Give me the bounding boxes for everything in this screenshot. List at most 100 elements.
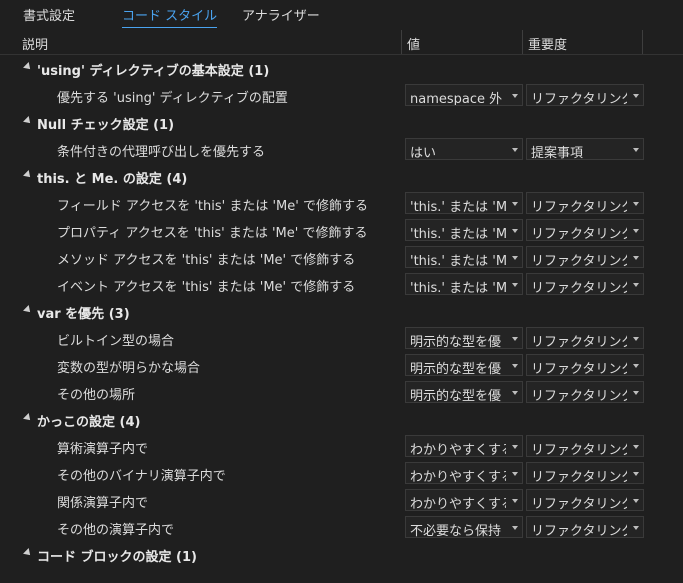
expand-triangle-icon[interactable] [23,548,33,558]
severity-dropdown[interactable]: リファクタリングの [526,462,644,484]
setting-row[interactable]: 条件付きの代理呼び出しを優先する はい 提案事項 [0,136,683,163]
chevron-down-icon [512,472,518,476]
value-dropdown-text: 明示的な型を優 [410,335,502,349]
value-dropdown[interactable]: わかりやすくするた [405,489,523,511]
setting-label: 条件付きの代理呼び出しを優先する [57,145,266,160]
group-label: this. と Me. の設定 (4) [37,172,188,187]
setting-row[interactable]: 関係演算子内で わかりやすくするた リファクタリングの [0,487,683,514]
expand-triangle-icon[interactable] [23,170,33,180]
value-dropdown[interactable]: 明示的な型を優 [405,327,523,349]
chevron-down-icon [633,148,639,152]
value-dropdown-text: 'this.' または 'Me [410,227,516,241]
severity-dropdown[interactable]: リファクタリングの [526,273,644,295]
severity-dropdown[interactable]: リファクタリングの [526,381,644,403]
column-header-value[interactable]: 値 [407,34,420,53]
setting-label: 算術演算子内で [57,442,149,457]
chevron-down-icon [633,202,639,206]
chevron-down-icon [633,526,639,530]
chevron-down-icon [633,256,639,260]
chevron-down-icon [512,94,518,98]
chevron-down-icon [633,229,639,233]
severity-dropdown[interactable]: リファクタリングの [526,435,644,457]
chevron-down-icon [633,94,639,98]
chevron-down-icon [633,472,639,476]
value-dropdown[interactable]: 明示的な型を優 [405,354,523,376]
severity-dropdown[interactable]: リファクタリングの [526,327,644,349]
severity-dropdown[interactable]: リファクタリングの [526,246,644,268]
group-row[interactable]: かっこの設定 (4) [0,406,683,433]
chevron-down-icon [633,499,639,503]
value-dropdown-text: 明示的な型を優 [410,362,502,376]
column-divider[interactable] [522,30,523,54]
setting-label: ビルトイン型の場合 [57,334,175,349]
value-dropdown[interactable]: 'this.' または 'Me [405,219,523,241]
chevron-down-icon [512,499,518,503]
setting-row[interactable]: その他の場所 明示的な型を優 リファクタリングの [0,379,683,406]
tab-strip: 書式設定 コード スタイル アナライザー [0,0,683,30]
setting-row[interactable]: 算術演算子内で わかりやすくするた リファクタリングの [0,433,683,460]
value-dropdown[interactable]: 不必要なら保持 [405,516,523,538]
setting-row[interactable]: その他のバイナリ演算子内で わかりやすくするた リファクタリングの [0,460,683,487]
chevron-down-icon [512,148,518,152]
expand-triangle-icon[interactable] [23,116,33,126]
group-row[interactable]: 'using' ディレクティブの基本設定 (1) [0,55,683,82]
setting-row[interactable]: 変数の型が明らかな場合 明示的な型を優 リファクタリングの [0,352,683,379]
chevron-down-icon [512,445,518,449]
severity-dropdown[interactable]: リファクタリングの [526,84,644,106]
setting-label: イベント アクセスを 'this' または 'Me' で修飾する [57,280,356,295]
group-row[interactable]: コード ブロックの設定 (1) [0,541,683,568]
column-header-description[interactable]: 説明 [22,34,48,53]
chevron-down-icon [512,364,518,368]
severity-dropdown[interactable]: リファクタリングの [526,219,644,241]
column-divider[interactable] [642,30,643,54]
setting-row[interactable]: メソッド アクセスを 'this' または 'Me' で修飾する 'this.' … [0,244,683,271]
chevron-down-icon [633,364,639,368]
setting-row[interactable]: プロパティ アクセスを 'this' または 'Me' で修飾する 'this.'… [0,217,683,244]
setting-row[interactable]: ビルトイン型の場合 明示的な型を優 リファクタリングの [0,325,683,352]
value-dropdown[interactable]: 'this.' または 'Me [405,273,523,295]
setting-label: フィールド アクセスを 'this' または 'Me' で修飾する [57,199,368,214]
expand-triangle-icon[interactable] [23,62,33,72]
group-label: Null チェック設定 (1) [37,118,175,133]
setting-row[interactable]: その他の演算子内で 不必要なら保持 リファクタリングの [0,514,683,541]
chevron-down-icon [512,526,518,530]
setting-label: その他の場所 [57,388,136,403]
tab-code-style[interactable]: コード スタイル [122,5,218,28]
severity-dropdown[interactable]: リファクタリングの [526,192,644,214]
severity-dropdown[interactable]: 提案事項 [526,138,644,160]
severity-dropdown[interactable]: リファクタリングの [526,516,644,538]
value-dropdown[interactable]: わかりやすくするた [405,435,523,457]
value-dropdown-text: namespace 外 [410,92,503,106]
group-row[interactable]: var を優先 (3) [0,298,683,325]
expand-triangle-icon[interactable] [23,413,33,423]
tab-analyzer[interactable]: アナライザー [242,5,320,24]
settings-grid: 'using' ディレクティブの基本設定 (1) 優先する 'using' ディレ… [0,55,683,568]
value-dropdown[interactable]: 'this.' または 'Me [405,246,523,268]
value-dropdown[interactable]: namespace 外 [405,84,523,106]
setting-label: メソッド アクセスを 'this' または 'Me' で修飾する [57,253,356,268]
setting-label: プロパティ アクセスを 'this' または 'Me' で修飾する [57,226,368,241]
chevron-down-icon [512,337,518,341]
chevron-down-icon [633,445,639,449]
value-dropdown[interactable]: 明示的な型を優 [405,381,523,403]
value-dropdown-text: 'this.' または 'Me [410,254,516,268]
value-dropdown[interactable]: わかりやすくするた [405,462,523,484]
group-row[interactable]: this. と Me. の設定 (4) [0,163,683,190]
setting-label: その他の演算子内で [57,523,175,538]
column-header-severity[interactable]: 重要度 [528,34,567,53]
value-dropdown-text: 明示的な型を優 [410,389,502,403]
severity-dropdown[interactable]: リファクタリングの [526,354,644,376]
value-dropdown[interactable]: はい [405,138,523,160]
setting-label: 関係演算子内で [57,496,149,511]
severity-dropdown[interactable]: リファクタリングの [526,489,644,511]
setting-row[interactable]: フィールド アクセスを 'this' または 'Me' で修飾する 'this.'… [0,190,683,217]
column-divider[interactable] [401,30,402,54]
setting-row[interactable]: イベント アクセスを 'this' または 'Me' で修飾する 'this.' … [0,271,683,298]
tab-formatting[interactable]: 書式設定 [23,5,75,24]
setting-row[interactable]: 優先する 'using' ディレクティブの配置 namespace 外 リファクタリ… [0,82,683,109]
group-row[interactable]: Null チェック設定 (1) [0,109,683,136]
chevron-down-icon [512,256,518,260]
expand-triangle-icon[interactable] [23,305,33,315]
value-dropdown-text: 'this.' または 'Me [410,200,516,214]
value-dropdown[interactable]: 'this.' または 'Me [405,192,523,214]
